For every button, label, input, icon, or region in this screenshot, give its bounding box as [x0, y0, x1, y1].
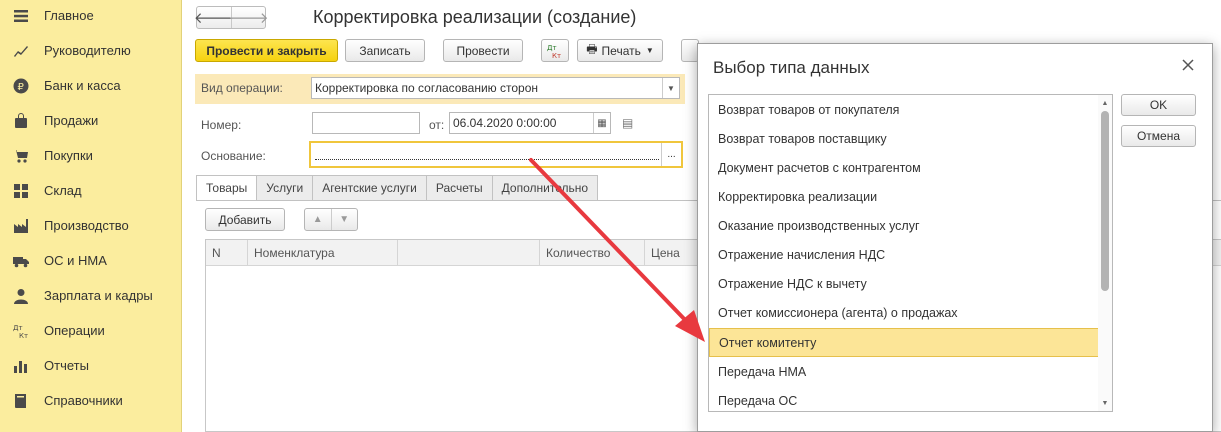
annotation-arrow: [529, 158, 705, 342]
arrow-shaft: [529, 158, 692, 327]
